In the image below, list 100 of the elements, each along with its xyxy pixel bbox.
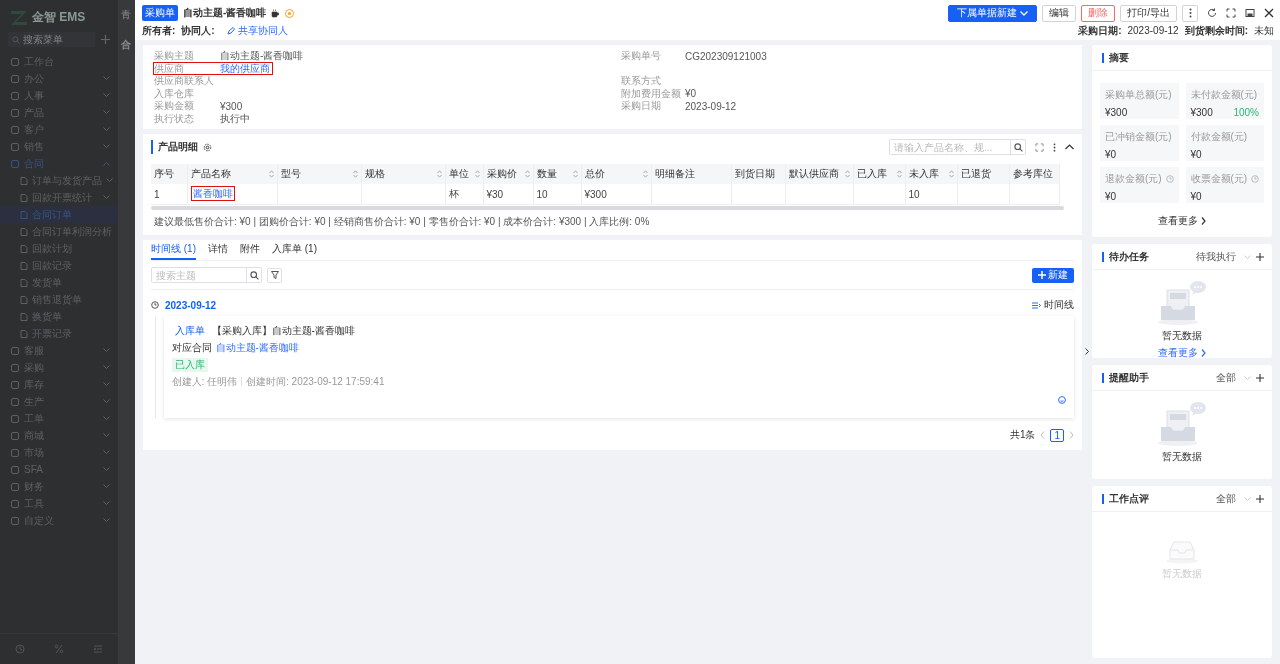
field-value: 自动主题-酱香咖啡	[220, 49, 304, 63]
view-more-link[interactable]: 查看更多	[1158, 343, 1206, 360]
stat-value: ¥0	[1190, 191, 1202, 202]
filter-dropdown[interactable]: 全部	[1216, 491, 1251, 506]
square-icon	[11, 431, 19, 440]
chevron-icon	[103, 365, 110, 370]
column-header[interactable]: 明细备注	[651, 164, 731, 184]
chevron-icon	[103, 110, 110, 115]
more-icon[interactable]	[1053, 142, 1056, 152]
clock-icon	[1165, 175, 1174, 183]
field-label: 入库仓库	[154, 86, 195, 100]
search-icon[interactable]	[1013, 142, 1023, 152]
chevron-icon	[103, 501, 110, 506]
stat-label: 付款金额(元)	[1190, 130, 1248, 144]
type-badge: 采购单	[142, 5, 178, 21]
sort-icon	[948, 170, 954, 178]
search-field[interactable]: 搜索菜单	[8, 32, 95, 47]
filter-dropdown[interactable]: 待我执行	[1196, 249, 1251, 264]
stat-value: ¥300	[1190, 107, 1213, 118]
tab[interactable]: 时间线 (1)	[151, 240, 196, 260]
tab[interactable]: 附件	[240, 240, 260, 260]
column-header[interactable]: 到货日期	[731, 164, 785, 184]
square-icon	[11, 397, 19, 406]
empty-text: 暂无数据	[1162, 329, 1202, 343]
column-header[interactable]: 序号	[151, 164, 187, 184]
share-link[interactable]: 共享协同人	[226, 23, 288, 38]
collapse-icon[interactable]	[1065, 144, 1074, 150]
column-header[interactable]: 规格	[361, 164, 445, 184]
supplier-link[interactable]: 我的供应商	[220, 61, 270, 76]
column-header[interactable]: 已退货	[957, 164, 1009, 184]
column-header[interactable]: 单位	[445, 164, 483, 184]
column-header[interactable]: 数量	[533, 164, 581, 184]
chevron-icon	[1085, 348, 1089, 355]
filter-dropdown[interactable]: 全部	[1216, 370, 1251, 385]
column-header[interactable]: 产品名称	[187, 164, 277, 184]
empty-inbox-drawing	[1164, 540, 1200, 564]
column-header[interactable]: 未入库	[905, 164, 957, 184]
sort-icon	[268, 170, 274, 178]
tab[interactable]: 入库单 (1)	[272, 240, 317, 260]
timeline-view-link[interactable]: 时间线	[1032, 298, 1074, 312]
cup-icon	[271, 8, 281, 18]
monitor-icon[interactable]	[1245, 8, 1255, 18]
chevron-icon	[103, 450, 110, 455]
comment-icon[interactable]	[1058, 396, 1066, 404]
product-link[interactable]: 酱香咖啡	[190, 186, 235, 201]
square-icon	[11, 414, 19, 423]
close-icon[interactable]	[1264, 8, 1274, 18]
table-cell	[731, 184, 785, 205]
page-button[interactable]: 1	[1050, 428, 1064, 442]
new-button[interactable]: 新建	[1032, 267, 1074, 283]
table-cell: 10	[533, 184, 581, 205]
action-button[interactable]: 删除	[1081, 4, 1116, 22]
add-icon[interactable]	[1256, 494, 1264, 503]
stat-value: ¥0	[1105, 191, 1117, 202]
table-cell	[957, 184, 1009, 205]
empty-text: 暂无数据	[1162, 450, 1202, 464]
table-cell	[853, 184, 905, 205]
gear-icon[interactable]	[203, 142, 212, 152]
chevron-icon	[103, 382, 110, 387]
square-icon	[11, 516, 19, 525]
column-header[interactable]: 已入库	[853, 164, 905, 184]
field-value: ¥0	[685, 88, 697, 100]
stat-value: ¥300	[1105, 107, 1128, 118]
remaining-label: 到货剩余时间:	[1184, 23, 1248, 38]
stat-value: ¥0	[1105, 149, 1117, 160]
sort-icon	[436, 170, 442, 178]
sort-icon	[572, 170, 578, 178]
column-header[interactable]: 默认供应商	[785, 164, 853, 184]
square-icon	[11, 448, 19, 457]
action-button[interactable]: 编辑	[1042, 4, 1077, 22]
column-header[interactable]: 型号	[277, 164, 361, 184]
refresh-icon[interactable]	[1207, 8, 1217, 18]
table-cell: 1	[151, 184, 187, 205]
add-icon[interactable]	[1256, 252, 1264, 261]
column-header[interactable]: 采购价	[483, 164, 533, 184]
chevron-icon	[103, 161, 110, 166]
section-title: 产品明细	[151, 140, 198, 154]
sort-icon	[844, 170, 850, 178]
fullscreen-icon[interactable]	[1226, 8, 1236, 18]
contract-label: 对应合同	[171, 340, 212, 355]
chevron-icon	[1244, 254, 1251, 259]
type-tag: 入库单	[171, 323, 208, 338]
contract-link[interactable]: 自动主题-酱香咖啡	[215, 340, 299, 355]
action-button[interactable]: 打印/导出	[1120, 4, 1177, 22]
column-header[interactable]: 参考库位	[1009, 164, 1059, 184]
page-tab[interactable]: 合	[118, 22, 135, 52]
stat-value: ¥0	[1190, 149, 1202, 160]
action-button[interactable]: 下属单据新建	[948, 4, 1038, 22]
chevron-icon	[1244, 496, 1251, 501]
filter-button[interactable]	[267, 267, 282, 283]
column-header[interactable]: 总价	[581, 164, 651, 184]
tab[interactable]: 详情	[208, 240, 228, 260]
search-icon[interactable]	[249, 270, 259, 280]
field-label: 附加费用金额	[621, 86, 682, 100]
chevron-icon	[1201, 349, 1206, 357]
view-more-link[interactable]: 查看更多	[1092, 209, 1272, 237]
stat-label: 未付款金额(元)	[1190, 88, 1258, 102]
add-icon[interactable]	[1256, 373, 1264, 382]
square-icon	[11, 363, 19, 372]
square-icon	[11, 159, 19, 168]
